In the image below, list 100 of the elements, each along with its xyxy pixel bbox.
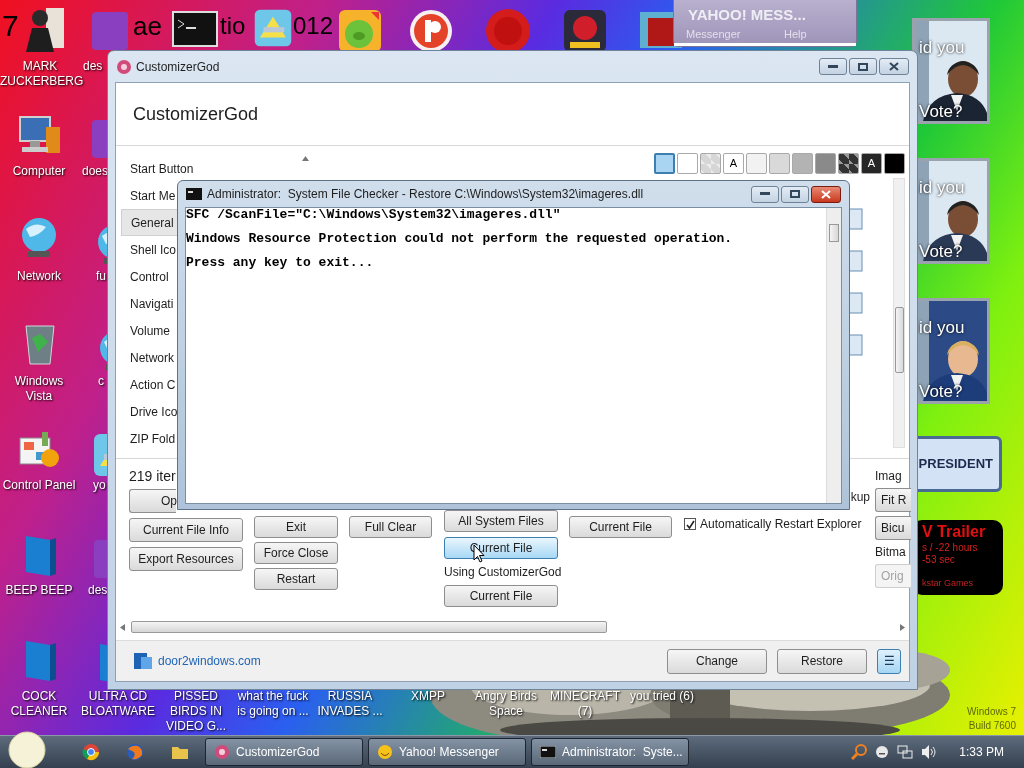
flower-icon [116,58,132,75]
icon-label[interactable]: des [83,59,103,74]
footer-button[interactable]: Change [667,648,767,674]
maximize-button[interactable] [849,58,877,75]
category-item[interactable]: Volume [121,317,178,344]
category-item[interactable]: Control [121,263,178,290]
category-item[interactable]: General [121,209,178,236]
scroll-left-icon[interactable] [120,623,125,631]
panel-button[interactable]: Export Resources [129,547,243,571]
color-swatch[interactable] [838,153,859,174]
color-swatch[interactable] [884,153,905,174]
panel-button[interactable]: Restart [254,568,338,590]
category-item[interactable]: Action C [121,371,178,398]
icon-label[interactable]: Computer [0,164,78,179]
maximize-icon [790,190,800,198]
icon-label[interactable]: COCK CLEANER [0,689,78,719]
minimize-button[interactable] [751,185,779,203]
icon-label[interactable]: yo [93,478,106,493]
icon-label[interactable]: what the fuck is going on ... [234,689,312,719]
app-icon [253,8,293,48]
color-swatch[interactable] [746,153,767,174]
color-swatch[interactable] [792,153,813,174]
watermark-text: Windows 7 [967,705,1016,719]
panel-button[interactable]: Current File Info [129,518,243,542]
color-swatch[interactable] [769,153,790,174]
category-item[interactable]: Start Me [121,182,178,209]
color-swatch[interactable]: A [723,153,744,174]
icon-label[interactable]: des [88,583,108,598]
icon-label[interactable]: Windows Vista [0,374,78,404]
checkbox[interactable] [684,518,696,530]
panel-label: 219 iter [129,468,177,484]
vertical-scrollbar[interactable] [893,178,905,448]
category-item[interactable]: Start Button [121,155,241,182]
maximize-button[interactable] [781,185,809,203]
panel-button[interactable]: Force Close [254,542,338,564]
icon-label[interactable]: PISSED BIRDS IN VIDEO G... [156,689,236,734]
icon-label[interactable]: RUSSIA INVADES ... [311,689,389,719]
panel-button[interactable]: Bicu [875,516,911,540]
category-item[interactable]: ZIP Fold [121,425,178,452]
panel-button[interactable]: Fit R [875,488,911,512]
panel-label: kup [850,489,870,505]
browser-icon[interactable] [82,743,100,761]
icon-label[interactable]: c [98,374,104,389]
network-icon[interactable] [897,744,914,760]
countdown-text: s / -22 hours [922,542,979,554]
scrollbar-thumb[interactable] [895,307,904,373]
close-button[interactable] [879,58,909,75]
vertical-scrollbar[interactable] [826,208,841,503]
start-button[interactable] [8,731,46,768]
taskbar-button[interactable]: Administrator: Syste... [531,738,689,766]
panel-button[interactable]: Current File [444,585,558,607]
footer-button[interactable]: Restore [777,648,867,674]
panel-button[interactable]: Current File [569,516,672,538]
scrollbar-thumb[interactable] [131,621,607,633]
browser-icon[interactable] [126,743,144,761]
icon-label[interactable]: you tried (6) [623,689,701,704]
flower-icon [214,744,230,760]
wallpaper-text: tio [220,11,246,41]
wallpaper-text: 012 [293,11,334,41]
close-button[interactable] [811,185,841,203]
website-link[interactable]: door2windows.com [158,652,261,670]
wallpaper-text: 7 [2,8,19,44]
color-swatch[interactable]: A [861,153,882,174]
minimize-button[interactable] [819,58,847,75]
icon-label[interactable]: does [82,164,109,179]
window-title: Administrator: System File Checker - Restore C:\Windows\System32\imageres.dll [207,186,644,203]
color-swatch[interactable] [654,153,675,174]
window-title: CustomizerGod [136,58,220,76]
color-swatch[interactable] [700,153,721,174]
app-heading: CustomizerGod [133,102,259,126]
category-item[interactable]: Shell Ico [121,236,178,263]
checkbox-label: Automatically Restart Explorer [700,516,862,533]
icon-label[interactable]: ULTRA CD BLOATWARE [78,689,158,719]
panel-button[interactable]: Full Clear [349,516,432,538]
scroll-right-icon[interactable] [900,623,905,631]
category-item[interactable]: Navigati [121,290,178,317]
panel-button[interactable]: Op [129,489,176,513]
console-line: Windows Resource Protection could not perform the requested operation. [186,230,734,248]
taskbar-button[interactable]: Yahoo! Messenger [368,738,526,766]
panel-button[interactable]: All System Files [444,510,558,532]
footer-button[interactable]: ☰ [877,648,901,674]
panel-button[interactable]: Exit [254,516,338,538]
folder-icon[interactable] [171,744,189,760]
scroll-up-icon[interactable] [302,156,309,161]
icon-label[interactable]: BEEP BEEP [0,583,78,598]
volume-icon[interactable] [921,744,938,760]
color-swatch[interactable] [815,153,836,174]
color-swatch[interactable] [677,153,698,174]
scrollbar-thumb[interactable] [829,224,839,242]
icon-label[interactable]: Network [0,269,78,284]
clock[interactable]: 1:33 PM [959,743,1004,761]
search-icon[interactable] [851,744,868,760]
icon-label[interactable]: Control Panel [0,478,78,493]
terminal-icon [540,746,556,758]
poll-text: Vote? [919,241,963,261]
category-item[interactable]: Network [121,344,178,371]
icon-label[interactable]: fu [96,269,106,284]
category-item[interactable]: Drive Ico [121,398,178,425]
icon-label[interactable]: XMPP [389,689,467,704]
taskbar-button[interactable]: CustomizerGod [205,738,363,766]
